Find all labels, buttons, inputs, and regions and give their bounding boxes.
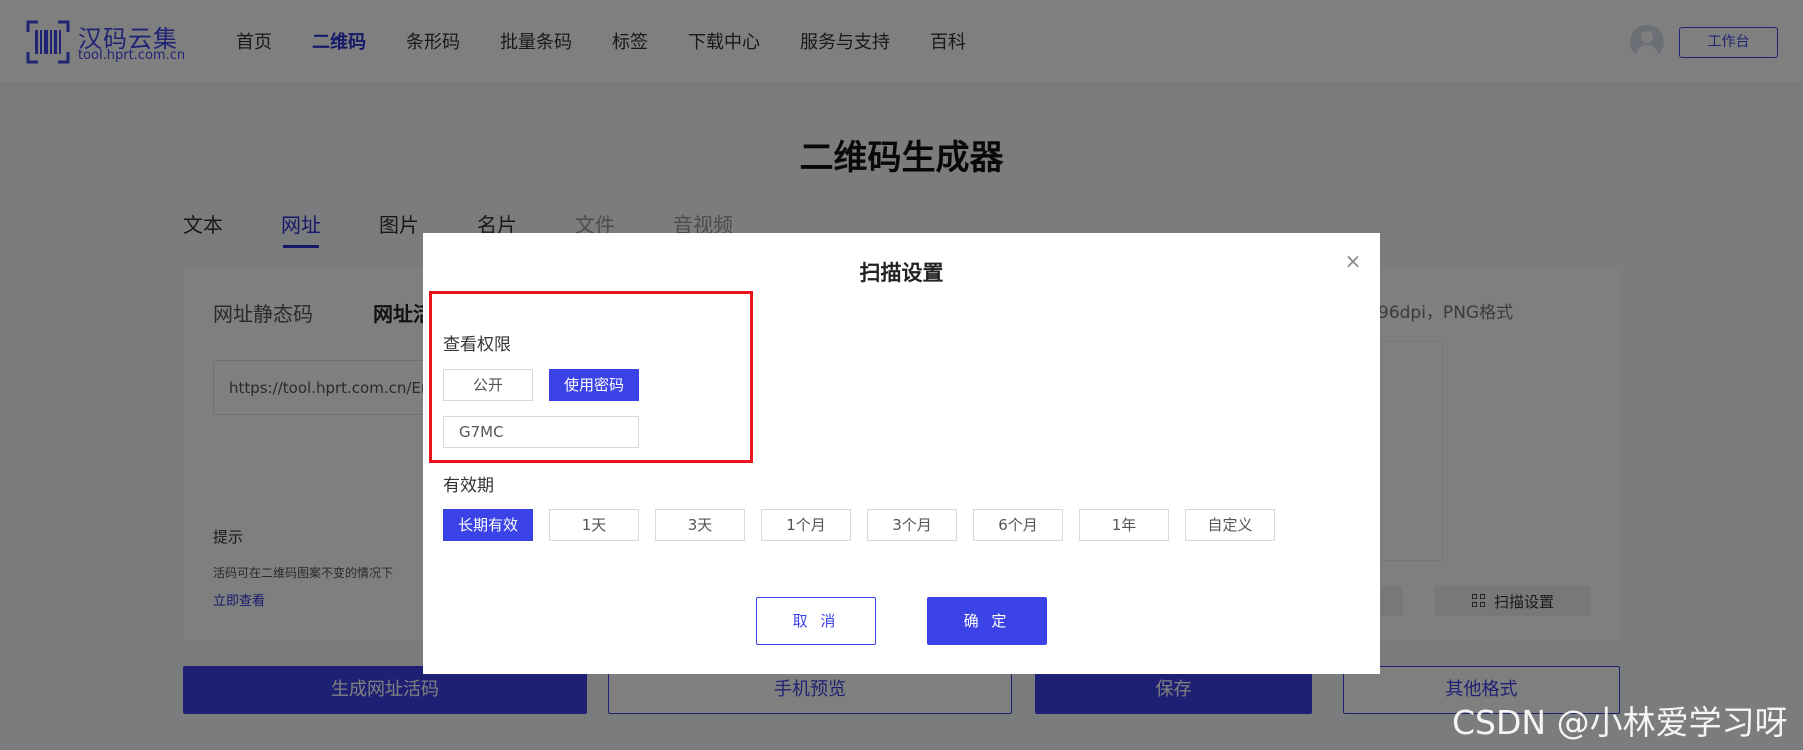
cancel-button[interactable]: 取 消 xyxy=(756,597,876,645)
validity-option-1-year[interactable]: 1年 xyxy=(1079,509,1169,541)
dialog-title: 扫描设置 xyxy=(859,261,944,285)
validity-option-6-months[interactable]: 6个月 xyxy=(973,509,1063,541)
permission-public-option[interactable]: 公开 xyxy=(443,369,533,401)
validity-option-3-days[interactable]: 3天 xyxy=(655,509,745,541)
csdn-watermark: CSDN @小林爱学习呀 xyxy=(1452,703,1788,742)
validity-option-1-month[interactable]: 1个月 xyxy=(761,509,851,541)
validity-label: 有效期 xyxy=(443,476,494,496)
scan-settings-dialog: 扫描设置 × 查看权限 公开 使用密码 G7MC 有效期 长期有效 1天 3天 … xyxy=(423,233,1380,674)
validity-option-custom[interactable]: 自定义 xyxy=(1185,509,1275,541)
validity-option-1-day[interactable]: 1天 xyxy=(549,509,639,541)
view-permission-label: 查看权限 xyxy=(443,335,511,355)
permission-password-option[interactable]: 使用密码 xyxy=(549,369,639,401)
validity-option-permanent[interactable]: 长期有效 xyxy=(443,509,533,541)
confirm-button[interactable]: 确 定 xyxy=(927,597,1047,645)
close-icon[interactable]: × xyxy=(1343,251,1363,271)
password-input[interactable]: G7MC xyxy=(443,416,639,448)
validity-option-3-months[interactable]: 3个月 xyxy=(867,509,957,541)
